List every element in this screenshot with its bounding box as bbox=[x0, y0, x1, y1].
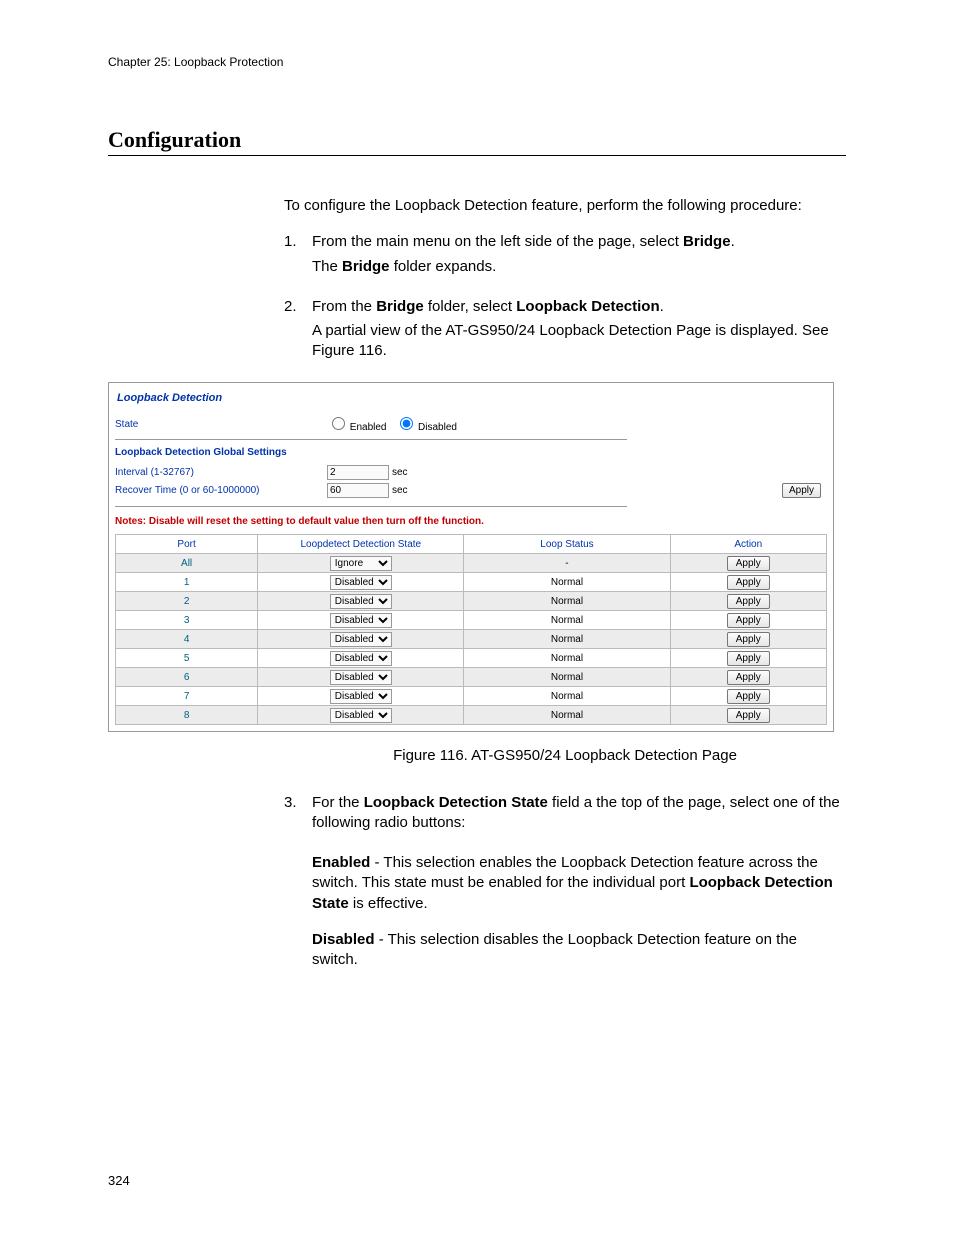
detection-state-select[interactable]: Disabled bbox=[330, 689, 392, 704]
recover-time-unit: sec bbox=[392, 484, 408, 498]
table-row: 4 Disabled Normal Apply bbox=[116, 630, 827, 649]
detection-state-select[interactable]: Ignore bbox=[330, 556, 392, 571]
state-label: State bbox=[115, 418, 327, 432]
state-enabled-radio[interactable] bbox=[332, 417, 345, 430]
interval-label: Interval (1-32767) bbox=[115, 466, 327, 480]
table-row: 6 Disabled Normal Apply bbox=[116, 668, 827, 687]
embedded-ui-screenshot: Loopback Detection State Enabled Disable… bbox=[108, 382, 834, 733]
loop-status-cell: Normal bbox=[464, 668, 670, 687]
warning-note: Notes: Disable will reset the setting to… bbox=[115, 515, 827, 529]
detection-state-select[interactable]: Disabled bbox=[330, 594, 392, 609]
interval-unit: sec bbox=[392, 466, 408, 480]
action-column-header: Action bbox=[670, 535, 826, 554]
table-row: 3 Disabled Normal Apply bbox=[116, 611, 827, 630]
port-cell: 3 bbox=[184, 615, 190, 626]
apply-row-button[interactable]: Apply bbox=[727, 689, 770, 704]
intro-paragraph: To configure the Loopback Detection feat… bbox=[284, 196, 846, 216]
apply-row-button[interactable]: Apply bbox=[727, 594, 770, 609]
port-cell: 8 bbox=[184, 710, 190, 721]
table-row: 5 Disabled Normal Apply bbox=[116, 649, 827, 668]
detection-state-select[interactable]: Disabled bbox=[330, 575, 392, 590]
table-row: 2 Disabled Normal Apply bbox=[116, 592, 827, 611]
state-enabled-radio-label: Enabled bbox=[350, 422, 387, 433]
port-cell: 6 bbox=[184, 672, 190, 683]
loop-status-cell: Normal bbox=[464, 611, 670, 630]
step-1-line-2: The Bridge folder expands. bbox=[312, 257, 846, 277]
apply-row-button[interactable]: Apply bbox=[727, 575, 770, 590]
detection-state-select[interactable]: Disabled bbox=[330, 632, 392, 647]
apply-row-button[interactable]: Apply bbox=[727, 651, 770, 666]
step-2-line-2: A partial view of the AT-GS950/24 Loopba… bbox=[312, 321, 846, 362]
port-cell: 1 bbox=[184, 577, 190, 588]
table-row: 7 Disabled Normal Apply bbox=[116, 687, 827, 706]
port-table: Port Loopdetect Detection State Loop Sta… bbox=[115, 534, 827, 725]
step-number: 2. bbox=[284, 297, 312, 366]
table-row: 8 Disabled Normal Apply bbox=[116, 706, 827, 725]
port-cell: 5 bbox=[184, 653, 190, 664]
step-1-line-1: From the main menu on the left side of t… bbox=[312, 232, 846, 252]
step-2-line-1: From the Bridge folder, select Loopback … bbox=[312, 297, 846, 317]
recover-time-label: Recover Time (0 or 60-1000000) bbox=[115, 484, 327, 498]
apply-global-button[interactable]: Apply bbox=[782, 483, 821, 498]
port-column-header: Port bbox=[116, 535, 258, 554]
loop-status-cell: Normal bbox=[464, 573, 670, 592]
page-number: 324 bbox=[108, 1173, 130, 1188]
port-cell: 2 bbox=[184, 596, 190, 607]
global-settings-header: Loopback Detection Global Settings bbox=[115, 446, 827, 460]
loop-status-cell: Normal bbox=[464, 706, 670, 725]
detection-state-select[interactable]: Disabled bbox=[330, 670, 392, 685]
state-disabled-radio[interactable] bbox=[400, 417, 413, 430]
detection-state-select[interactable]: Disabled bbox=[330, 613, 392, 628]
detection-state-select[interactable]: Disabled bbox=[330, 708, 392, 723]
step-number: 1. bbox=[284, 232, 312, 281]
enabled-option-paragraph: Enabled - This selection enables the Loo… bbox=[312, 853, 846, 914]
detection-state-select[interactable]: Disabled bbox=[330, 651, 392, 666]
section-title: Configuration bbox=[108, 127, 846, 156]
apply-row-button[interactable]: Apply bbox=[727, 613, 770, 628]
port-cell: 7 bbox=[184, 691, 190, 702]
apply-row-button[interactable]: Apply bbox=[727, 556, 770, 571]
loop-status-cell: Normal bbox=[464, 630, 670, 649]
apply-row-button[interactable]: Apply bbox=[727, 670, 770, 685]
port-cell: All bbox=[181, 558, 192, 569]
loop-status-cell: Normal bbox=[464, 687, 670, 706]
step-number: 3. bbox=[284, 793, 312, 838]
figure-caption: Figure 116. AT-GS950/24 Loopback Detecti… bbox=[284, 746, 846, 766]
panel-title: Loopback Detection bbox=[117, 391, 827, 406]
state-column-header: Loopdetect Detection State bbox=[258, 535, 464, 554]
chapter-header: Chapter 25: Loopback Protection bbox=[108, 55, 846, 69]
loop-status-cell: - bbox=[464, 554, 670, 573]
table-row: 1 Disabled Normal Apply bbox=[116, 573, 827, 592]
step-3-line-1: For the Loopback Detection State field a… bbox=[312, 793, 846, 834]
loop-status-cell: Normal bbox=[464, 649, 670, 668]
apply-row-button[interactable]: Apply bbox=[727, 708, 770, 723]
port-cell: 4 bbox=[184, 634, 190, 645]
table-row: All Ignore - Apply bbox=[116, 554, 827, 573]
interval-input[interactable] bbox=[327, 465, 389, 480]
disabled-option-paragraph: Disabled - This selection disables the L… bbox=[312, 930, 846, 971]
loop-column-header: Loop Status bbox=[464, 535, 670, 554]
recover-time-input[interactable] bbox=[327, 483, 389, 498]
apply-row-button[interactable]: Apply bbox=[727, 632, 770, 647]
loop-status-cell: Normal bbox=[464, 592, 670, 611]
state-disabled-radio-label: Disabled bbox=[418, 422, 457, 433]
